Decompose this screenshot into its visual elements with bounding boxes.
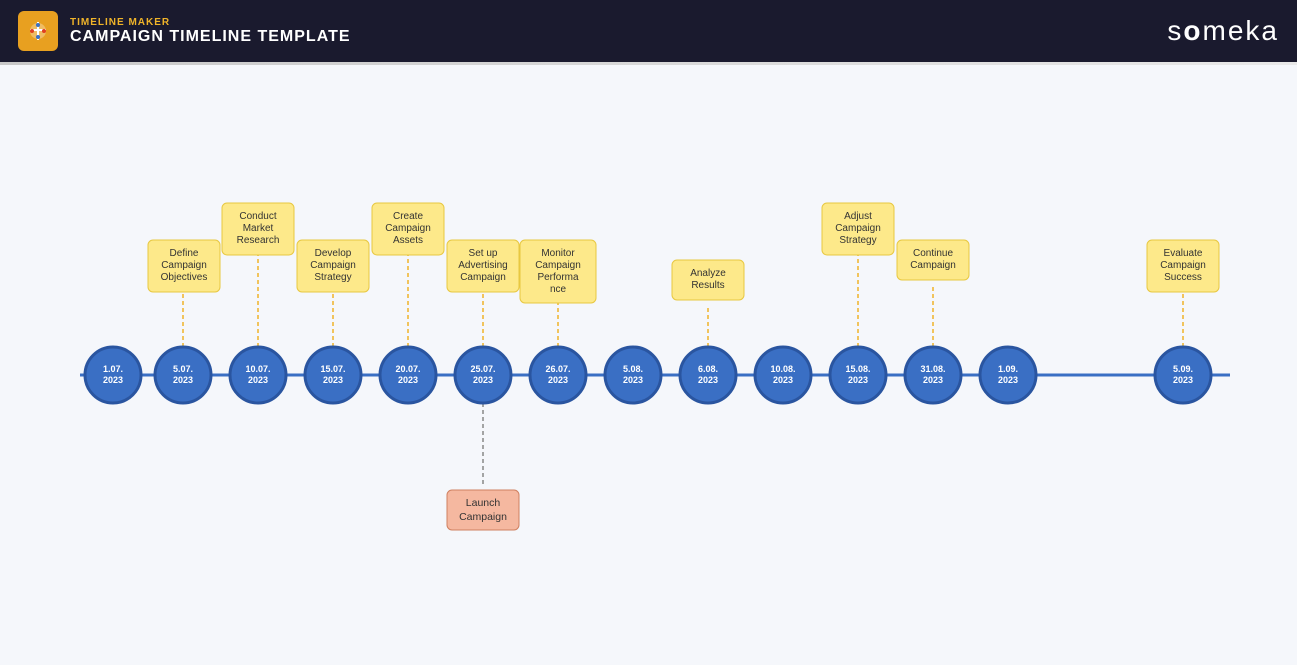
svg-text:2023: 2023 [473, 375, 493, 385]
svg-text:Evaluate: Evaluate [1164, 248, 1203, 259]
svg-text:Assets: Assets [393, 235, 423, 246]
svg-text:Continue: Continue [913, 248, 953, 259]
svg-text:2023: 2023 [1173, 375, 1193, 385]
svg-text:nce: nce [550, 284, 567, 295]
header-left: TIMELINE MAKER CAMPAIGN TIMELINE TEMPLAT… [18, 11, 351, 51]
svg-text:Objectives: Objectives [161, 272, 208, 283]
svg-text:Launch: Launch [466, 497, 501, 509]
svg-text:Campaign: Campaign [161, 260, 207, 271]
svg-text:2023: 2023 [773, 375, 793, 385]
svg-text:Monitor: Monitor [541, 248, 575, 259]
svg-text:10.07.: 10.07. [245, 364, 270, 374]
svg-text:Campaign: Campaign [910, 260, 956, 271]
header-titles: TIMELINE MAKER CAMPAIGN TIMELINE TEMPLAT… [70, 17, 351, 46]
svg-text:Campaign: Campaign [535, 260, 581, 271]
svg-text:2023: 2023 [248, 375, 268, 385]
app-subtitle: TIMELINE MAKER [70, 17, 351, 28]
svg-text:Analyze: Analyze [690, 268, 726, 279]
svg-text:2023: 2023 [923, 375, 943, 385]
svg-text:Campaign: Campaign [385, 223, 431, 234]
app-title: CAMPAIGN TIMELINE TEMPLATE [70, 28, 351, 46]
svg-text:Define: Define [170, 248, 199, 259]
svg-text:5.09.: 5.09. [1173, 364, 1193, 374]
svg-text:2023: 2023 [998, 375, 1018, 385]
main-content: 1.07. 2023 5.07. 2023 10.07. 2023 15.07.… [0, 65, 1297, 665]
svg-text:2023: 2023 [173, 375, 193, 385]
svg-text:Adjust: Adjust [844, 211, 872, 222]
svg-text:2023: 2023 [548, 375, 568, 385]
svg-text:2023: 2023 [623, 375, 643, 385]
svg-text:5.08.: 5.08. [623, 364, 643, 374]
svg-text:15.08.: 15.08. [845, 364, 870, 374]
svg-text:Advertising: Advertising [458, 260, 507, 271]
svg-text:25.07.: 25.07. [470, 364, 495, 374]
logo-icon [18, 11, 58, 51]
svg-text:Create: Create [393, 211, 423, 222]
svg-text:Campaign: Campaign [310, 260, 356, 271]
svg-text:2023: 2023 [848, 375, 868, 385]
svg-text:5.07.: 5.07. [173, 364, 193, 374]
svg-text:Performa: Performa [537, 272, 579, 283]
svg-text:Research: Research [237, 235, 280, 246]
svg-text:15.07.: 15.07. [320, 364, 345, 374]
svg-text:6.08.: 6.08. [698, 364, 718, 374]
svg-text:Campaign: Campaign [1160, 260, 1206, 271]
timeline-svg: 1.07. 2023 5.07. 2023 10.07. 2023 15.07.… [0, 65, 1297, 665]
svg-text:Strategy: Strategy [314, 272, 351, 283]
svg-text:26.07.: 26.07. [545, 364, 570, 374]
svg-text:2023: 2023 [323, 375, 343, 385]
svg-text:Results: Results [691, 280, 724, 291]
svg-text:1.07.: 1.07. [103, 364, 123, 374]
svg-text:20.07.: 20.07. [395, 364, 420, 374]
app-header: TIMELINE MAKER CAMPAIGN TIMELINE TEMPLAT… [0, 0, 1297, 62]
svg-text:2023: 2023 [398, 375, 418, 385]
svg-text:Market: Market [243, 223, 274, 234]
svg-text:1.09.: 1.09. [998, 364, 1018, 374]
svg-text:Campaign: Campaign [835, 223, 881, 234]
svg-text:Set up: Set up [469, 248, 498, 259]
svg-text:Strategy: Strategy [839, 235, 876, 246]
svg-text:2023: 2023 [698, 375, 718, 385]
svg-text:Success: Success [1164, 272, 1202, 283]
svg-text:Campaign: Campaign [460, 272, 506, 283]
brand-logo: someka [1167, 15, 1279, 47]
svg-text:Develop: Develop [315, 248, 352, 259]
svg-text:Conduct: Conduct [239, 211, 276, 222]
svg-text:2023: 2023 [103, 375, 123, 385]
svg-text:31.08.: 31.08. [920, 364, 945, 374]
svg-text:Campaign: Campaign [459, 511, 507, 523]
svg-text:10.08.: 10.08. [770, 364, 795, 374]
